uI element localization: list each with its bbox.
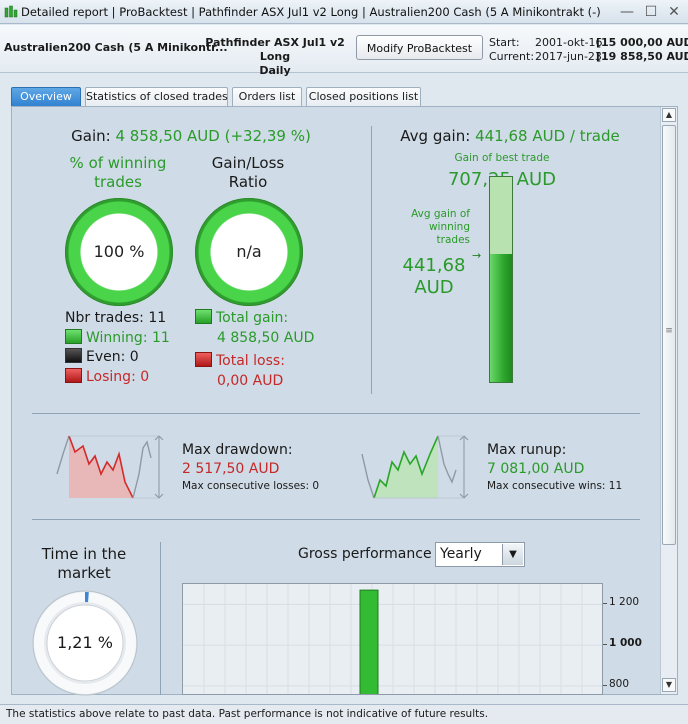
trade-counts: Nbr trades: 11 Winning: 11 Even: 0 Losin… (65, 309, 170, 387)
total-loss-label: Total loss: (216, 353, 285, 369)
gross-performance-bar (359, 589, 379, 694)
y-tick-mark (603, 684, 607, 686)
total-gain-square-icon (195, 309, 212, 324)
title-bar: Detailed report | ProBacktest | Pathfind… (0, 0, 688, 24)
drawdown-sparkline (56, 435, 164, 499)
time-in-market-value: 1,21 % (57, 633, 113, 652)
winning-title-line: trades (94, 173, 142, 191)
even-count: Even: 0 (86, 349, 139, 365)
gross-performance-label: Gross performance (298, 546, 432, 562)
current-label: Current: (489, 50, 535, 63)
avg-winning-unit: AUD (414, 277, 454, 298)
restore-button[interactable]: ☐ (642, 3, 660, 21)
avg-gain-bar (489, 176, 513, 383)
gain-summary: Gain: 4 858,50 AUD (+32,39 %) (36, 127, 346, 145)
avg-winning-label-line: Avg gain of (411, 208, 470, 220)
tab-overview[interactable]: Overview (11, 87, 81, 107)
start-label: Start: (489, 36, 520, 49)
start-capital: [15 000,00 AUD] (596, 36, 688, 49)
time-in-market-title: Time in the market (34, 545, 134, 583)
total-gain-value: 4 858,50 AUD (217, 329, 315, 346)
window-title: Detailed report | ProBacktest | Pathfind… (21, 5, 601, 19)
winning-title-line: % of winning (69, 154, 167, 172)
gross-performance-plot (183, 584, 602, 694)
losing-count: Losing: 0 (86, 368, 150, 385)
time-in-market-line: market (57, 564, 111, 582)
max-drawdown-label: Max drawdown: (182, 442, 293, 458)
tab-closed-positions-list[interactable]: Closed positions list (306, 87, 421, 106)
max-consecutive-losses: Max consecutive losses: 0 (182, 480, 320, 492)
nbr-trades: Nbr trades: 11 (65, 310, 167, 326)
avg-winning-label: Avg gain of winning trades (398, 208, 470, 247)
ratio-title-line: Gain/Loss (211, 154, 285, 172)
max-drawdown-value: 2 517,50 AUD (182, 461, 280, 477)
arrow-right-icon: → (472, 249, 482, 262)
period-selected-value: Yearly (440, 546, 482, 562)
modify-probacktest-button[interactable]: Modify ProBacktest (356, 35, 483, 60)
winning-trades-value: 100 % (93, 242, 145, 261)
current-date: 2017-jun-23 (535, 50, 602, 63)
section-divider (32, 519, 640, 520)
max-consecutive-wins: Max consecutive wins: 11 (487, 480, 623, 492)
grip-icon: ≡ (665, 326, 673, 336)
total-loss-square-icon (195, 352, 212, 367)
gain-label: Gain: (71, 127, 111, 145)
losing-square-icon (65, 367, 82, 383)
gross-performance-chart (182, 583, 603, 695)
tab-orders-list[interactable]: Orders list (232, 87, 302, 106)
start-date: 2001-okt-16 (535, 36, 603, 49)
winning-count: Winning: 11 (86, 329, 170, 346)
winning-trades-ring: 100 % (65, 198, 173, 306)
report-header: Australien200 Cash (5 A Minikontr... Pat… (0, 25, 688, 77)
total-gain-label: Total gain: (216, 310, 289, 326)
chart-app-icon (4, 5, 18, 18)
system-name-line: Pathfinder ASX Jul1 v2 Long (205, 36, 345, 63)
avg-winning-value: 441,68 AUD (396, 255, 472, 299)
avg-gain-summary: Avg gain: 441,68 AUD / trade (380, 127, 640, 145)
current-capital: [19 858,50 AUD] (596, 50, 688, 63)
system-name: Pathfinder ASX Jul1 v2 Long Daily (195, 36, 355, 78)
avg-winning-label-line: trades (436, 234, 470, 246)
max-runup-label: Max runup: (487, 442, 567, 458)
best-trade-label: Gain of best trade (454, 152, 550, 164)
y-tick-label: 800 (609, 677, 630, 690)
time-in-market-ring: 1,21 % (31, 589, 139, 697)
gain-loss-ratio-ring: n/a (195, 198, 303, 306)
tab-statistics-closed-trades[interactable]: Statistics of closed trades (85, 87, 228, 106)
avg-gain-bar-fill (490, 253, 512, 382)
scroll-down-icon[interactable]: ▼ (662, 678, 676, 692)
y-tick-label: 1 200 (609, 596, 640, 609)
gain-value: 4 858,50 AUD (+32,39 %) (115, 127, 311, 145)
section-divider (371, 126, 372, 394)
y-tick-mark (603, 603, 607, 605)
avg-gain-label: Avg gain: (400, 127, 471, 145)
gain-loss-ratio-title: Gain/Loss Ratio (188, 154, 308, 192)
avg-winning-number: 441,68 (402, 255, 466, 276)
scroll-up-icon[interactable]: ▲ (662, 108, 676, 122)
total-loss-value: 0,00 AUD (217, 372, 284, 389)
gain-loss-ratio-value: n/a (236, 242, 262, 261)
timeframe-label: Daily (259, 64, 291, 77)
scrollbar-thumb[interactable]: ≡ (662, 125, 676, 545)
status-bar: The statistics above relate to past data… (0, 704, 688, 724)
section-divider (32, 413, 640, 414)
avg-gain-value: 441,68 AUD / trade (475, 127, 620, 145)
even-square-icon (65, 348, 82, 363)
avg-winning-label-line: winning (428, 221, 470, 233)
max-runup-value: 7 081,00 AUD (487, 461, 585, 477)
winning-square-icon (65, 328, 82, 344)
period-select[interactable]: Yearly ▼ (435, 542, 525, 567)
ratio-title-line: Ratio (228, 173, 268, 191)
winning-trades-title: % of winning trades (58, 154, 178, 192)
runup-sparkline (361, 435, 469, 499)
y-tick-mark (603, 644, 607, 646)
close-button[interactable]: ✕ (665, 3, 683, 21)
y-tick-label: 1 000 (609, 637, 642, 650)
chevron-down-icon[interactable]: ▼ (502, 544, 523, 565)
totals: Total gain: 4 858,50 AUD Total loss: 0,0… (195, 309, 314, 391)
minimize-button[interactable]: — (618, 3, 636, 21)
time-in-market-line: Time in the (41, 545, 127, 563)
section-divider (160, 542, 161, 695)
vertical-scrollbar[interactable]: ▲ ≡ ▼ (660, 107, 677, 694)
